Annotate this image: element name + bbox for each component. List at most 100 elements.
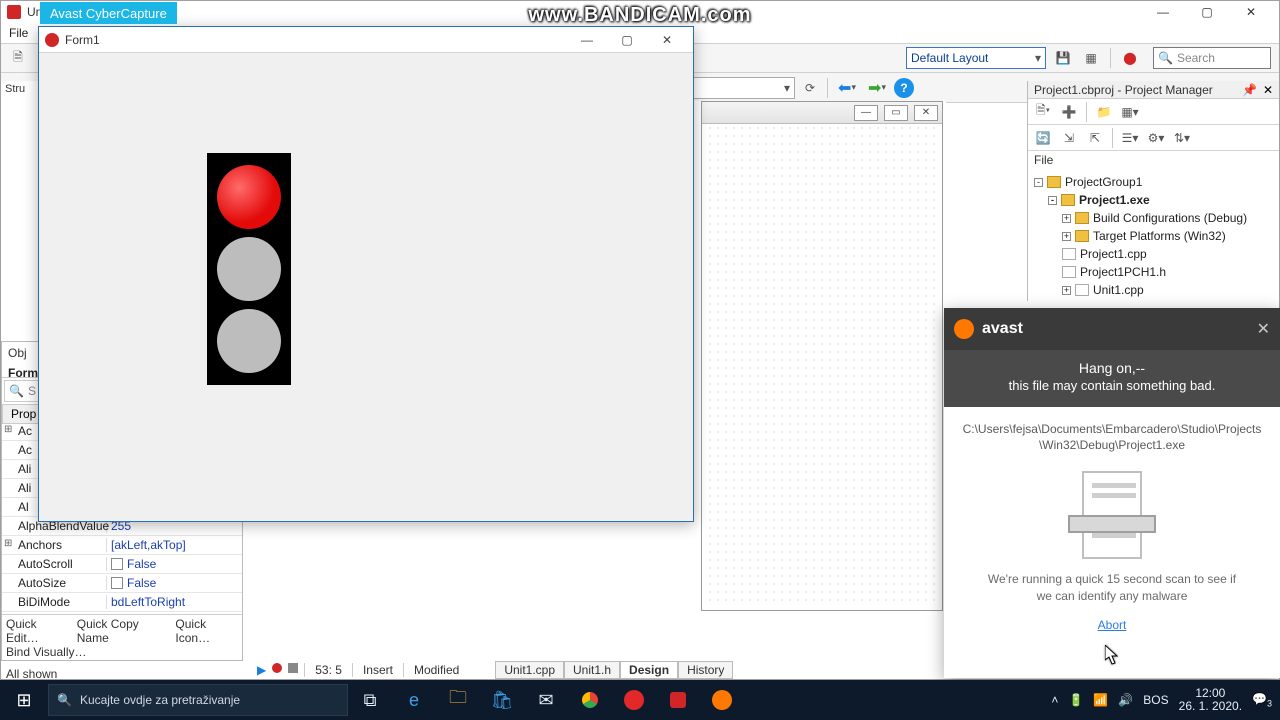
edge-app-icon[interactable]: e xyxy=(392,680,436,720)
stop-icon[interactable]: ⬤ xyxy=(1119,47,1141,69)
ide-close-button[interactable]: ✕ xyxy=(1229,1,1273,23)
project-tree-node[interactable]: +Target Platforms (Win32) xyxy=(1034,227,1273,245)
editor-tab[interactable]: Unit1.cpp xyxy=(495,661,564,679)
editor-tab[interactable]: Unit1.h xyxy=(564,661,620,679)
project-tree-node[interactable]: -Project1.exe xyxy=(1034,191,1273,209)
help-icon[interactable]: ? xyxy=(894,78,914,98)
property-row[interactable]: AutoScrollFalse xyxy=(2,555,242,574)
project-tree-node[interactable]: +Unit1.cpp xyxy=(1034,281,1273,299)
new-file-icon[interactable]: 🗎 xyxy=(7,47,29,69)
avast-app-icon[interactable] xyxy=(700,680,744,720)
toolbar-separator xyxy=(1110,48,1111,68)
project-tree-node[interactable]: Project1.cpp xyxy=(1034,245,1273,263)
pm-expand-icon[interactable]: ⇲ xyxy=(1058,128,1080,148)
file-icon xyxy=(1062,248,1076,260)
mail-app-icon[interactable]: ✉ xyxy=(524,680,568,720)
nav-forward-button[interactable]: ➡▾ xyxy=(864,77,890,99)
task-view-button[interactable]: ⧉ xyxy=(348,680,392,720)
tree-expand-icon[interactable]: + xyxy=(1062,286,1071,295)
tray-chevron-icon[interactable]: ˄ xyxy=(1051,693,1058,707)
play-icon[interactable]: ▶ xyxy=(257,663,266,677)
store-app-icon[interactable]: 🛍 xyxy=(480,680,524,720)
chevron-down-icon: ▾ xyxy=(1035,51,1041,65)
ide-minimize-button[interactable]: — xyxy=(1141,1,1185,23)
avast-close-button[interactable]: ✕ xyxy=(1257,319,1270,339)
property-name: AutoScroll xyxy=(2,557,106,571)
avast-abort-link[interactable]: Abort xyxy=(1098,618,1127,632)
quick-copy-link[interactable]: Quick Copy Name xyxy=(77,617,166,645)
pin-icon[interactable]: 📌 xyxy=(1242,83,1257,97)
quick-edit-link[interactable]: Quick Edit… xyxy=(6,617,67,645)
project-tree-node[interactable]: Project1PCH1.h xyxy=(1034,263,1273,281)
property-row[interactable]: BiDiModebdLeftToRight xyxy=(2,593,242,612)
design-max-button[interactable]: ▭ xyxy=(884,105,908,121)
pm-view-icon[interactable]: ▦▾ xyxy=(1119,102,1141,122)
tray-wifi-icon[interactable]: 📶 xyxy=(1093,693,1108,707)
design-close-button[interactable]: ✕ xyxy=(914,105,938,121)
layout-icon[interactable]: ▦ xyxy=(1080,47,1102,69)
avast-logo-icon xyxy=(954,319,974,339)
tree-expand-icon[interactable]: - xyxy=(1034,178,1043,187)
nav-back-button[interactable]: ⬅▾ xyxy=(834,77,860,99)
tray-volume-icon[interactable]: 🔊 xyxy=(1118,693,1133,707)
editor-tab[interactable]: Design xyxy=(620,661,678,679)
design-min-button[interactable]: — xyxy=(854,105,878,121)
search-icon: 🔍 xyxy=(9,384,24,398)
explorer-app-icon[interactable]: 🗀 xyxy=(436,680,480,720)
property-value[interactable]: False xyxy=(106,557,242,571)
tree-node-label: ProjectGroup1 xyxy=(1065,175,1142,189)
start-button[interactable]: ⊞ xyxy=(0,680,48,720)
design-grid[interactable] xyxy=(706,124,938,606)
bandicam-app-icon[interactable] xyxy=(612,680,656,720)
project-tree-node[interactable]: - ProjectGroup1 xyxy=(1034,173,1273,191)
pm-sort-icon[interactable]: ⇅▾ xyxy=(1171,128,1193,148)
refresh-icon[interactable]: ⟳ xyxy=(799,77,821,99)
tray-notifications-icon[interactable]: 💬3 xyxy=(1252,692,1272,708)
tree-expand-icon[interactable]: + xyxy=(1062,232,1071,241)
checkbox-icon[interactable] xyxy=(111,558,123,570)
property-value[interactable]: False xyxy=(106,576,242,590)
pm-sync-icon[interactable]: 🔄 xyxy=(1032,128,1054,148)
tray-language[interactable]: BOS xyxy=(1143,693,1168,707)
pm-collapse-icon[interactable]: ⇱ xyxy=(1084,128,1106,148)
design-form-preview[interactable]: — ▭ ✕ xyxy=(701,101,943,611)
form1-minimize-button[interactable]: — xyxy=(567,28,607,52)
form1-maximize-button[interactable]: ▢ xyxy=(607,28,647,52)
panel-close-icon[interactable]: ✕ xyxy=(1263,83,1273,97)
form1-icon xyxy=(45,33,59,47)
tray-battery-icon[interactable]: 🔋 xyxy=(1068,693,1083,707)
checkbox-icon[interactable] xyxy=(111,577,123,589)
stop-square-icon[interactable] xyxy=(288,663,298,673)
ide-maximize-button[interactable]: ▢ xyxy=(1185,1,1229,23)
cppbuilder-app-icon[interactable] xyxy=(656,680,700,720)
menu-file[interactable]: File xyxy=(9,26,28,40)
avast-header: avast ✕ xyxy=(944,308,1280,350)
property-value[interactable]: [akLeft,akTop] xyxy=(106,538,242,552)
property-value[interactable]: bdLeftToRight xyxy=(106,595,242,609)
tray-clock[interactable]: 12:00 26. 1. 2020. xyxy=(1179,687,1242,713)
bind-visually-link[interactable]: Bind Visually… xyxy=(6,645,238,659)
editor-tab[interactable]: History xyxy=(678,661,733,679)
pm-folder-icon[interactable]: 📁 xyxy=(1093,102,1115,122)
quick-icon-link[interactable]: Quick Icon… xyxy=(175,617,238,645)
record-icon[interactable] xyxy=(272,663,282,673)
notif-count: 3 xyxy=(1267,698,1272,708)
layout-combo-value: Default Layout xyxy=(911,51,988,65)
tree-expand-icon[interactable]: + xyxy=(1062,214,1071,223)
pm-filter-icon[interactable]: ⚙▾ xyxy=(1145,128,1167,148)
pm-list-icon[interactable]: ☰▾ xyxy=(1119,128,1141,148)
project-tree[interactable]: -ProjectGroup1-Project1.exe+Build Config… xyxy=(1028,169,1279,303)
tree-expand-icon[interactable]: - xyxy=(1048,196,1057,205)
form1-close-button[interactable]: ✕ xyxy=(647,28,687,52)
layout-combo[interactable]: Default Layout ▾ xyxy=(906,47,1046,69)
property-row[interactable]: Anchors[akLeft,akTop] xyxy=(2,536,242,555)
property-row[interactable]: AutoSizeFalse xyxy=(2,574,242,593)
ide-search-box[interactable]: 🔍 Search xyxy=(1153,47,1271,69)
form1-titlebar[interactable]: Form1 — ▢ ✕ xyxy=(39,27,693,53)
pm-new-icon[interactable]: 🗎▾ xyxy=(1032,102,1054,122)
pm-add-icon[interactable]: ➕ xyxy=(1058,102,1080,122)
chrome-app-icon[interactable] xyxy=(568,680,612,720)
save-layout-icon[interactable]: 💾 xyxy=(1052,47,1074,69)
taskbar-search[interactable]: 🔍 Kucajte ovdje za pretraživanje xyxy=(48,684,348,716)
project-tree-node[interactable]: +Build Configurations (Debug) xyxy=(1034,209,1273,227)
